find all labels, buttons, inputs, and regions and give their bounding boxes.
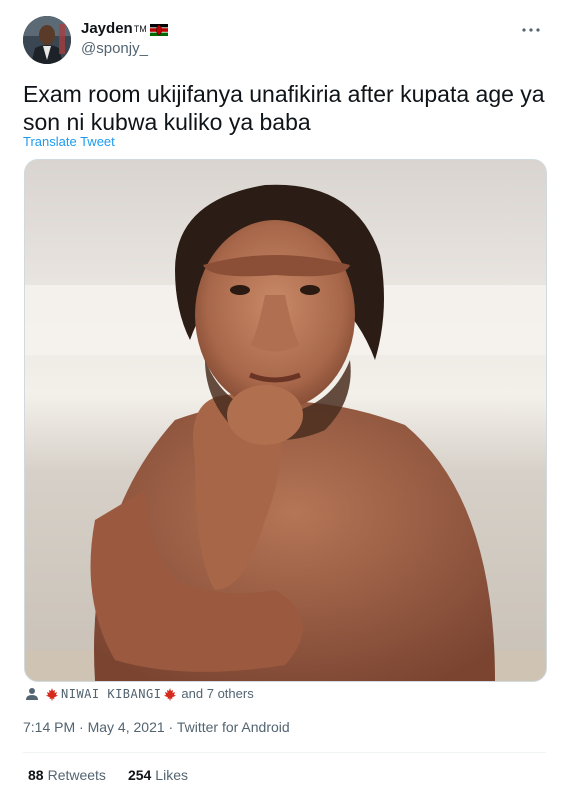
trademark-symbol: TM — [133, 23, 147, 34]
author-name-row[interactable]: Jayden TM — [81, 20, 168, 37]
tagged-people[interactable]: NIWAI KIBANGI and 7 others — [25, 686, 254, 701]
meta-separator: · — [164, 719, 177, 735]
canada-maple-leaf-icon — [45, 687, 59, 701]
divider — [23, 752, 546, 753]
author-handle[interactable]: @sponjy_ — [81, 40, 148, 57]
tweet-stats: 88 Retweets 254 Likes — [28, 767, 210, 783]
likes-label: Likes — [155, 767, 188, 783]
tweet-date[interactable]: May 4, 2021 — [88, 719, 165, 735]
tweet-card: Jayden TM @sponjy_ Exam room ukijifanya … — [0, 0, 569, 800]
tweet-text: Exam room ukijifanya unafikiria after ku… — [23, 81, 545, 135]
tagged-person-name[interactable]: NIWAI KIBANGI — [61, 687, 161, 701]
tweet-image[interactable] — [24, 159, 547, 682]
retweets-label: Retweets — [47, 767, 106, 783]
tweet-source[interactable]: Twitter for Android — [177, 719, 290, 735]
tweet-time[interactable]: 7:14 PM — [23, 719, 75, 735]
avatar[interactable] — [23, 16, 71, 64]
tweet-metadata: 7:14 PM · May 4, 2021 · Twitter for Andr… — [23, 719, 290, 735]
retweets-stat[interactable]: 88 Retweets — [28, 767, 106, 783]
meta-separator: · — [75, 719, 88, 735]
canada-maple-leaf-icon — [163, 687, 177, 701]
translate-tweet-link[interactable]: Translate Tweet — [23, 134, 115, 149]
author-display-name[interactable]: Jayden — [81, 20, 133, 37]
likes-stat[interactable]: 254 Likes — [128, 767, 188, 783]
likes-count: 254 — [127, 767, 152, 783]
more-options-icon[interactable] — [519, 18, 543, 42]
person-icon — [25, 687, 39, 701]
retweets-count: 88 — [28, 767, 44, 783]
kenya-flag-icon — [149, 23, 168, 36]
tagged-others-link[interactable]: and 7 others — [181, 686, 253, 701]
